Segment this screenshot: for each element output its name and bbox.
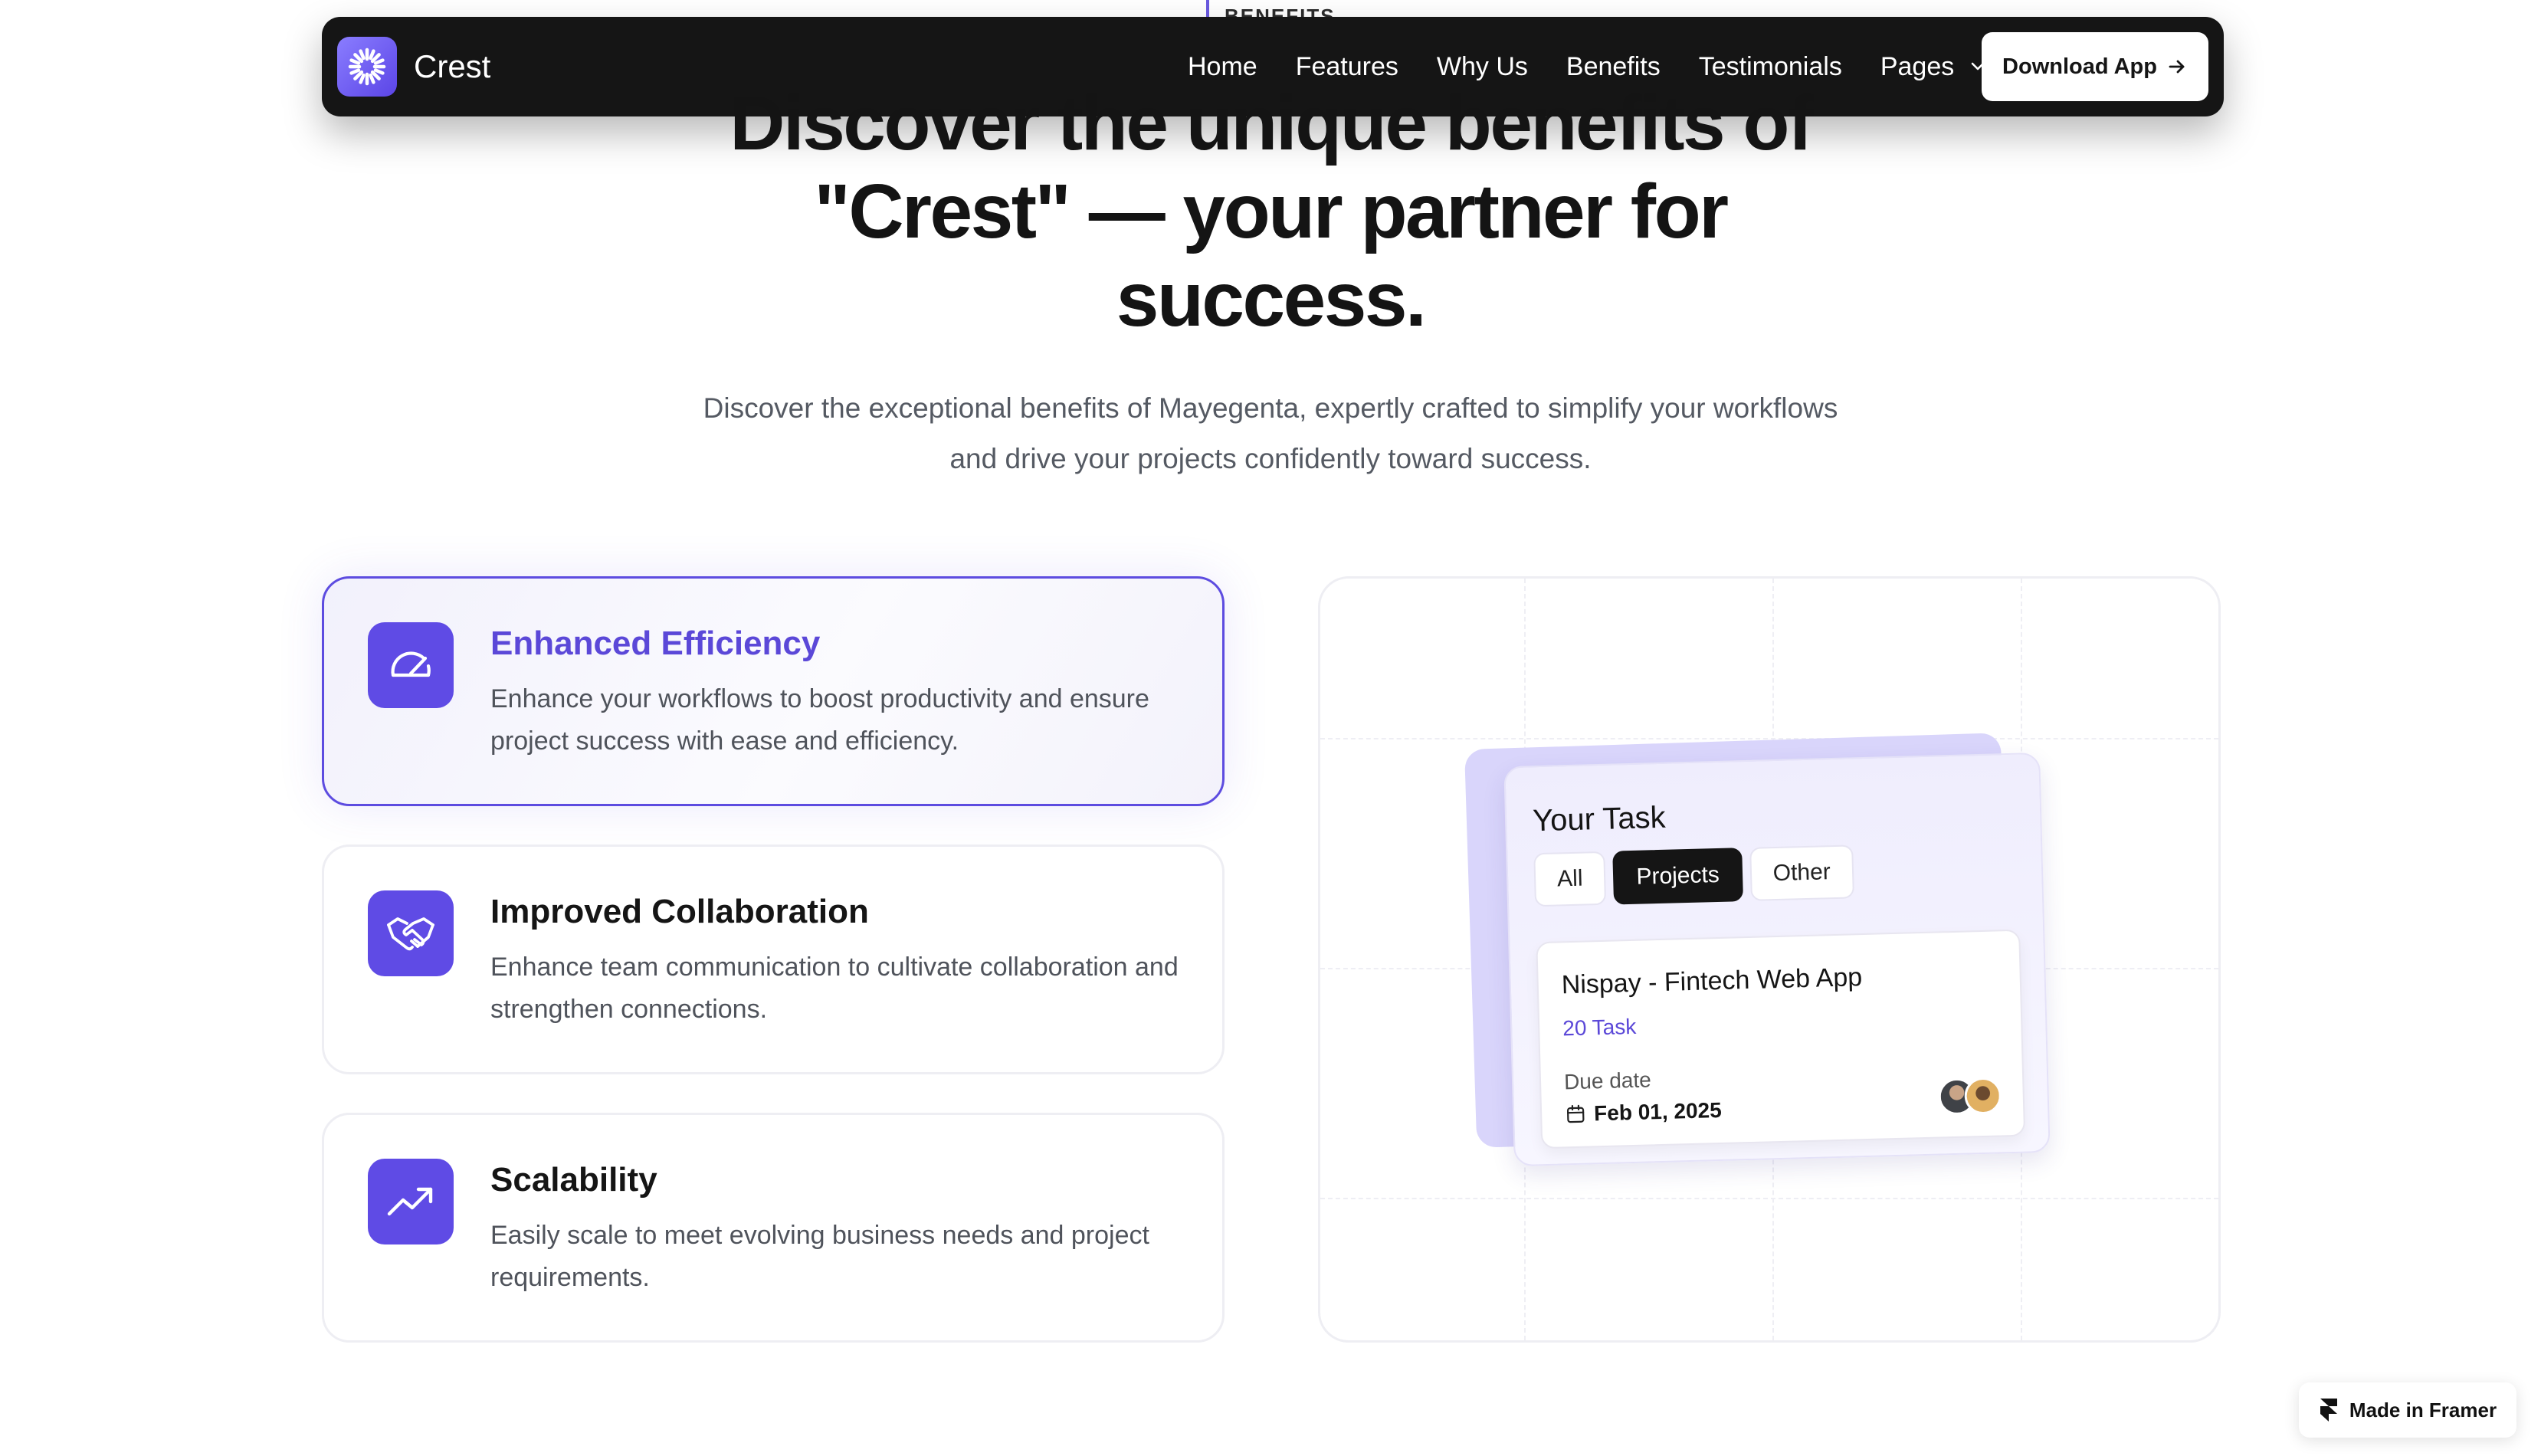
handshake-icon [368, 890, 454, 976]
grid-line [1320, 1198, 2218, 1199]
arrow-right-icon [2169, 60, 2185, 74]
task-preview-panel: Your Task All Projects Other Nispay - Fi… [1318, 576, 2221, 1343]
due-date-label: Due date [1563, 1067, 1652, 1094]
nav-link-why-us[interactable]: Why Us [1437, 52, 1528, 82]
download-app-label: Download App [2002, 54, 2157, 79]
brand-name: Crest [414, 48, 491, 84]
speedometer-icon [368, 622, 454, 708]
crest-logo-icon [337, 37, 397, 97]
benefit-title: Improved Collaboration [490, 893, 869, 930]
download-app-button[interactable]: Download App [1982, 32, 2208, 101]
task-card: Your Task All Projects Other Nispay - Fi… [1503, 752, 2051, 1167]
tab-projects[interactable]: Projects [1612, 848, 1743, 905]
nav-link-pages[interactable]: Pages [1880, 52, 1988, 82]
calendar-icon [1566, 1104, 1585, 1123]
hero-title: Discover the unique benefits of "Crest" … [730, 80, 1813, 343]
nav-link-features[interactable]: Features [1296, 52, 1398, 82]
task-heading: Your Task [1532, 800, 1667, 838]
badge-label: Made in Framer [2349, 1398, 2497, 1422]
due-date-row: Feb 01, 2025 [1565, 1098, 1722, 1126]
benefit-description: Easily scale to meet evolving business n… [490, 1221, 1149, 1292]
project-card[interactable]: Nispay - Fintech Web App 20 Task Due dat… [1536, 929, 2026, 1149]
tab-other[interactable]: Other [1749, 844, 1854, 901]
benefit-card-efficiency[interactable]: Enhanced Efficiency Enhance your workflo… [322, 576, 1225, 806]
benefit-card-collaboration[interactable]: Improved Collaboration Enhance team comm… [322, 844, 1225, 1074]
project-name: Nispay - Fintech Web App [1561, 962, 1863, 1000]
project-task-count: 20 Task [1562, 1014, 1637, 1041]
nav-link-home[interactable]: Home [1188, 52, 1257, 82]
tab-all[interactable]: All [1533, 851, 1607, 907]
nav-link-testimonials[interactable]: Testimonials [1699, 52, 1842, 82]
benefit-description: Enhance your workflows to boost producti… [490, 684, 1149, 756]
assignee-avatars [1938, 1077, 2002, 1116]
trending-up-icon [368, 1159, 454, 1244]
task-tabs: All Projects Other [1533, 844, 1861, 907]
nav-link-benefits[interactable]: Benefits [1566, 52, 1661, 82]
avatar [1964, 1077, 2002, 1115]
made-in-framer-badge[interactable]: Made in Framer [2299, 1382, 2516, 1438]
benefit-title: Scalability [490, 1161, 657, 1199]
due-date-value: Feb 01, 2025 [1593, 1097, 1723, 1126]
hero-subtitle: Discover the exceptional benefits of May… [703, 392, 1838, 474]
benefit-title: Enhanced Efficiency [490, 625, 821, 662]
nav-link-pages-label: Pages [1880, 51, 1955, 81]
benefit-card-scalability[interactable]: Scalability Easily scale to meet evolvin… [322, 1113, 1225, 1343]
framer-logo-icon [2320, 1399, 2337, 1422]
benefit-description: Enhance team communication to cultivate … [490, 953, 1179, 1024]
brand[interactable]: Crest [337, 37, 490, 97]
